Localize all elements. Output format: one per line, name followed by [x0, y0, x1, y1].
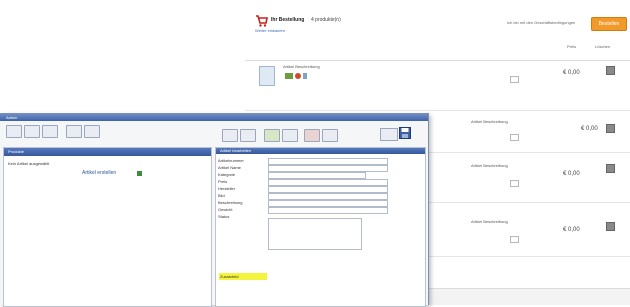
left-panel-title: Produkte: [8, 149, 25, 154]
save-icon[interactable]: [399, 127, 411, 139]
delete-icon[interactable]: [606, 164, 615, 173]
row-price: € 0,00: [563, 70, 580, 76]
right-panel: Artikel bearbeiten Artikelnummer Artikel…: [215, 147, 426, 307]
field-label: Gewicht: [218, 207, 233, 212]
row-price: € 0,00: [563, 171, 580, 177]
text-field[interactable]: [268, 179, 388, 186]
format-button[interactable]: [282, 129, 298, 142]
cart-row: Artikel Beschreibung € 0,00: [245, 60, 630, 111]
cut-button[interactable]: [66, 125, 82, 138]
field-label: Status: [218, 214, 230, 219]
quantity-input[interactable]: [510, 180, 519, 187]
field-label: Preis: [218, 179, 228, 184]
field-label: Bild: [218, 193, 225, 198]
left-panel-header: Produkte: [4, 148, 211, 156]
select-field[interactable]: [268, 172, 366, 179]
color-button[interactable]: [304, 129, 320, 142]
right-panel-title: Artikel bearbeiten: [220, 148, 252, 153]
text-field[interactable]: [268, 186, 388, 193]
highlighted-field-label: Zusatzfeld: [220, 273, 239, 279]
text-field[interactable]: [268, 193, 388, 200]
field-label: Artikelnummer: [218, 158, 244, 163]
admin-app-window: Admin Produkte Kein Artikel ausgewählt A…: [0, 113, 429, 307]
delete-icon[interactable]: [606, 66, 615, 75]
red-icon: [295, 73, 301, 79]
new-button[interactable]: [6, 125, 22, 138]
field-label: Kategorie: [218, 172, 236, 177]
highlighted-field[interactable]: Zusatzfeld: [219, 273, 267, 280]
cart-title: Ihr Bestellung: [271, 17, 305, 23]
price-column-label: Preis: [567, 44, 577, 49]
copy-button[interactable]: [84, 125, 100, 138]
row-price: € 0,00: [581, 126, 598, 132]
dropdown-button[interactable]: [380, 128, 398, 141]
delete-icon[interactable]: [606, 222, 615, 231]
text-field[interactable]: [268, 158, 388, 165]
quantity-input[interactable]: [510, 76, 519, 83]
right-panel-header: Artikel bearbeiten: [216, 148, 425, 154]
shopping-cart-icon: [256, 15, 268, 27]
open-button[interactable]: [24, 125, 40, 138]
terms-text: Ich bin mit den Geschäftsbedingungen: [507, 20, 576, 25]
order-button[interactable]: Bestellen: [591, 17, 627, 31]
product-description: Artikel Beschreibung: [471, 119, 508, 124]
quantity-input[interactable]: [510, 134, 519, 141]
product-description: Artikel Beschreibung: [471, 219, 508, 224]
redo-button[interactable]: [240, 129, 256, 142]
product-description: Artikel Beschreibung: [471, 163, 508, 168]
field-label: Artikel Name: [218, 165, 241, 170]
cart-header: Ihr Bestellung 4 produkte(n) Weiter eink…: [245, 8, 630, 40]
green-icon: [285, 73, 293, 79]
field-label: Beschreibung: [218, 200, 243, 205]
description-textarea[interactable]: [268, 218, 362, 250]
save-button[interactable]: [42, 125, 58, 138]
filter-button[interactable]: [264, 129, 280, 142]
app-title: Admin: [6, 114, 18, 120]
delete-column-label: Löschen: [595, 44, 611, 49]
add-icon[interactable]: [137, 171, 142, 176]
cart-count: 4 produkte(n): [311, 17, 341, 23]
text-field[interactable]: [268, 207, 388, 214]
cart-column-header: Preis Löschen: [245, 42, 630, 61]
text-field[interactable]: [268, 200, 388, 207]
quantity-input[interactable]: [510, 236, 519, 243]
link-button[interactable]: [322, 129, 338, 142]
info-icon: [303, 73, 307, 79]
text-field[interactable]: [268, 165, 388, 172]
create-item-link[interactable]: Artikel erstellen: [82, 171, 116, 176]
empty-state-message: Kein Artikel ausgewählt: [8, 161, 50, 166]
delete-icon[interactable]: [606, 124, 615, 133]
product-thumbnail: [259, 66, 275, 86]
field-label: Hersteller: [218, 186, 236, 191]
undo-button[interactable]: [222, 129, 238, 142]
app-titlebar: Admin: [0, 114, 428, 121]
left-panel: Produkte Kein Artikel ausgewählt Artikel…: [3, 147, 212, 307]
product-description: Artikel Beschreibung: [283, 64, 320, 69]
continue-shopping-link[interactable]: Weiter einkaufen: [255, 29, 285, 33]
row-price: € 0,00: [563, 227, 580, 233]
